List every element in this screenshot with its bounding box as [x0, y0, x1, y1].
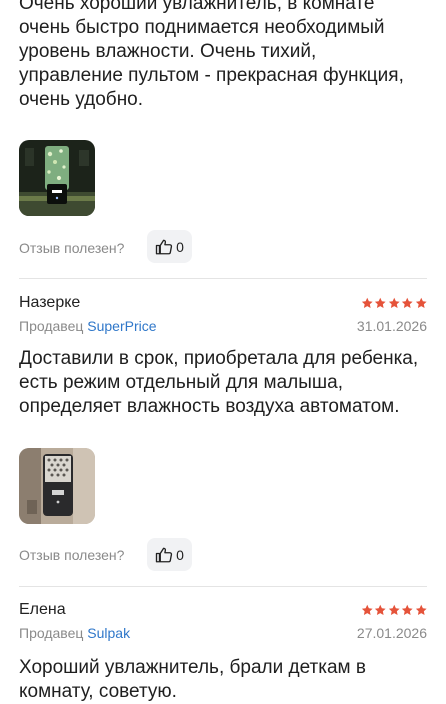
star-icon: [361, 297, 373, 308]
thumbs-up-icon: [155, 547, 173, 562]
like-count: 0: [176, 546, 184, 563]
star-icon: [415, 297, 427, 308]
rating-stars: [361, 297, 428, 310]
review-photo[interactable]: [19, 448, 95, 524]
review-text: Доставили в срок, приобретала для ребенк…: [19, 348, 419, 417]
star-icon: [388, 604, 400, 615]
review-photo[interactable]: [19, 140, 95, 216]
seller-line: Продавец SuperPrice: [19, 318, 157, 334]
review-date: 27.01.2026: [356, 625, 427, 641]
star-icon: [401, 297, 413, 308]
helpful-question: Отзыв полезен?: [19, 547, 125, 563]
star-icon: [374, 604, 386, 615]
thumbs-up-icon: [155, 239, 173, 254]
divider: [19, 586, 427, 587]
star-icon: [361, 604, 373, 615]
divider: [19, 278, 427, 279]
review-text: Хороший увлажнитель, брали деткам в комн…: [19, 657, 366, 702]
helpful-question: Отзыв полезен?: [19, 240, 125, 256]
star-icon: [401, 604, 413, 615]
star-icon: [374, 297, 386, 308]
star-icon: [415, 604, 427, 615]
humidifier-photo-image: [19, 140, 95, 216]
seller-prefix: Продавец: [19, 625, 84, 641]
star-icon: [388, 297, 400, 308]
review-author: Елена: [19, 601, 66, 618]
seller-line: Продавец Sulpak: [19, 625, 130, 641]
humidifier-photo-image: [19, 448, 95, 524]
like-button[interactable]: 0: [147, 538, 192, 571]
seller-link[interactable]: SuperPrice: [87, 318, 156, 334]
review-text: Очень хороший увлажнитель, в комнате оче…: [19, 0, 404, 110]
seller-link[interactable]: Sulpak: [87, 625, 130, 641]
like-count: 0: [176, 238, 184, 255]
review-author: Назерке: [19, 294, 81, 311]
seller-prefix: Продавец: [19, 318, 84, 334]
like-button[interactable]: 0: [147, 230, 192, 263]
rating-stars: [361, 604, 428, 617]
review-date: 31.01.2026: [356, 318, 427, 334]
